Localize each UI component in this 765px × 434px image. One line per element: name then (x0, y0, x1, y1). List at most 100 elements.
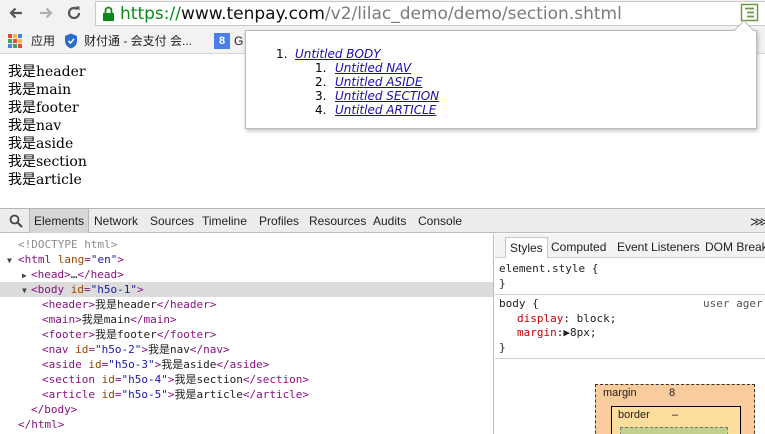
tab-styles[interactable]: Styles (505, 237, 548, 258)
element-style-selector[interactable]: element.style { (499, 262, 598, 275)
elements-tree: <!DOCTYPE html> ▼ <html lang="en"> ▶ <he… (0, 234, 494, 434)
outline-link-section[interactable]: Untitled SECTION (335, 89, 439, 103)
margin-label: margin (603, 387, 637, 399)
bookmark-label: 应用 (31, 34, 56, 48)
arrow-right-icon (40, 7, 53, 19)
border-value[interactable]: – (672, 409, 678, 421)
html-close-tag: </html> (18, 418, 65, 431)
box-model-padding[interactable] (620, 427, 728, 434)
dom-node-section[interactable]: <section id="h5o-4">我是section</section> (0, 372, 493, 387)
node-content: <section id="h5o-4">我是section</section> (42, 373, 310, 386)
devtools-tab-bar: Elements Network Sources Timeline Profil… (0, 209, 765, 233)
dom-node-main[interactable]: <main>我是main</main> (0, 312, 493, 327)
outline-link-article[interactable]: Untitled ARTICLE (335, 103, 436, 117)
dom-node-body[interactable]: ▼ <body id="h5o-1"> (0, 282, 493, 298)
doctype-text: <!DOCTYPE html> (18, 238, 118, 251)
dom-node-nav[interactable]: <nav id="h5o-2">我是nav</nav> (0, 342, 493, 357)
outline-item-nav: 1. Untitled NAV (315, 61, 411, 75)
node-content: <aside id="h5o-3">我是aside</aside> (42, 358, 270, 371)
forward-button[interactable] (36, 3, 56, 23)
user-agent-source: user ager (703, 297, 763, 310)
search-icon[interactable] (9, 214, 23, 228)
tab-dom-breakpoints[interactable]: DOM Break (705, 238, 765, 256)
body-open-tag: <body id="h5o-1"> (31, 283, 144, 296)
lock-icon (103, 6, 114, 21)
url-protocol: https:// (120, 4, 181, 24)
margin-value[interactable]: 8 (669, 387, 675, 399)
address-bar[interactable]: https://www.tenpay.com/v2/lilac_demo/dem… (95, 1, 765, 26)
outline-link-body[interactable]: Untitled BODY (295, 47, 381, 61)
tab-audits[interactable]: Audits (373, 209, 406, 233)
outline-item-article: 4. Untitled ARTICLE (315, 103, 436, 117)
html-open-tag: <html lang="en"> (18, 253, 124, 266)
outline-link-nav[interactable]: Untitled NAV (335, 61, 411, 75)
dom-node-body-close[interactable]: </body> (0, 402, 493, 417)
rule-divider (495, 294, 765, 295)
dom-node-html-close[interactable]: </html> (0, 417, 493, 432)
dom-node-head[interactable]: ▶ <head>…</head> (0, 267, 493, 283)
css-prop-display[interactable]: display: block; (517, 312, 616, 325)
border-label: border (618, 409, 650, 421)
url-host: www.tenpay.com (180, 4, 325, 24)
expand-triangle-icon[interactable]: ▼ (22, 283, 27, 298)
outline-item-aside: 2. Untitled ASIDE (315, 75, 422, 89)
tab-profiles[interactable]: Profiles (259, 209, 299, 233)
devtools-panel: Elements Network Sources Timeline Profil… (0, 208, 765, 434)
article-text: 我是article (8, 172, 82, 188)
tab-sources[interactable]: Sources (150, 209, 194, 233)
tab-computed[interactable]: Computed (551, 238, 606, 256)
box-model-diagram: margin 8 border – (495, 361, 765, 434)
body-close-tag: </body> (31, 403, 78, 416)
outline-number: 3. (315, 89, 327, 103)
drawer-toggle-icon[interactable]: ⋙ (750, 214, 765, 230)
tab-elements[interactable]: Elements (29, 209, 90, 233)
collapse-triangle-icon[interactable]: ▶ (22, 268, 27, 283)
node-content: <main>我是main</main> (42, 313, 177, 326)
dom-node-html[interactable]: ▼ <html lang="en"> (0, 252, 493, 268)
nav-text: 我是nav (8, 118, 62, 134)
outline-link-aside[interactable]: Untitled ASIDE (335, 75, 422, 89)
tab-timeline[interactable]: Timeline (202, 209, 247, 233)
apps-grid-icon (8, 33, 22, 48)
browser-toolbar: https://www.tenpay.com/v2/lilac_demo/dem… (0, 0, 765, 27)
outline-extension-icon[interactable] (740, 3, 759, 22)
dom-node-aside[interactable]: <aside id="h5o-3">我是aside</aside> (0, 357, 493, 372)
dom-node-doctype[interactable]: <!DOCTYPE html> (0, 237, 493, 252)
body-rule-selector[interactable]: body { (499, 297, 539, 310)
expand-triangle-icon[interactable]: ▼ (7, 253, 12, 268)
tab-event-listeners[interactable]: Event Listeners (617, 238, 700, 256)
tab-resources[interactable]: Resources (309, 209, 366, 233)
bookmark-apps[interactable]: 应用 (8, 32, 55, 49)
tab-console[interactable]: Console (418, 209, 462, 233)
styles-pane: Styles Computed Event Listeners DOM Brea… (495, 234, 765, 434)
rule-divider (495, 358, 765, 359)
page-content: 我是header 我是main 我是footer 我是nav 我是aside 我… (8, 63, 87, 189)
node-content: <nav id="h5o-2">我是nav</nav> (42, 343, 230, 356)
google-icon: 8 (214, 32, 230, 49)
arrow-left-icon (9, 7, 22, 19)
body-rule-close: } (499, 341, 506, 354)
box-model-margin[interactable]: margin 8 border – (595, 384, 755, 434)
dom-node-header[interactable]: <header>我是header</header> (0, 297, 493, 312)
dom-node-footer[interactable]: <footer>我是footer</footer> (0, 327, 493, 342)
css-prop-margin[interactable]: margin:▶8px; (517, 326, 597, 339)
node-content: <footer>我是footer</footer> (42, 328, 217, 341)
outline-number: 2. (315, 75, 327, 89)
bookmark-google[interactable]: 8 G (214, 32, 243, 49)
node-content: <header>我是header</header> (42, 298, 217, 311)
header-text: 我是header (8, 64, 86, 80)
back-button[interactable] (6, 3, 26, 23)
box-model-border[interactable]: border – (611, 406, 741, 434)
url-text[interactable]: https://www.tenpay.com/v2/lilac_demo/dem… (120, 3, 622, 25)
expand-arrow-icon[interactable]: ▶ (563, 326, 570, 339)
outline-number: 4. (315, 103, 327, 117)
outline-number: 1. (315, 61, 327, 75)
tab-network[interactable]: Network (94, 209, 138, 233)
node-content: <article id="h5o-5">我是article</article> (42, 388, 310, 401)
outline-item-section: 3. Untitled SECTION (315, 89, 439, 103)
dom-node-article[interactable]: <article id="h5o-5">我是article</article> (0, 387, 493, 402)
reload-button[interactable] (64, 3, 84, 23)
head-tag: <head>…</head> (31, 268, 124, 281)
shield-icon (65, 33, 77, 48)
bookmark-tenpay[interactable]: 财付通 - 会支付 会... (64, 32, 192, 49)
